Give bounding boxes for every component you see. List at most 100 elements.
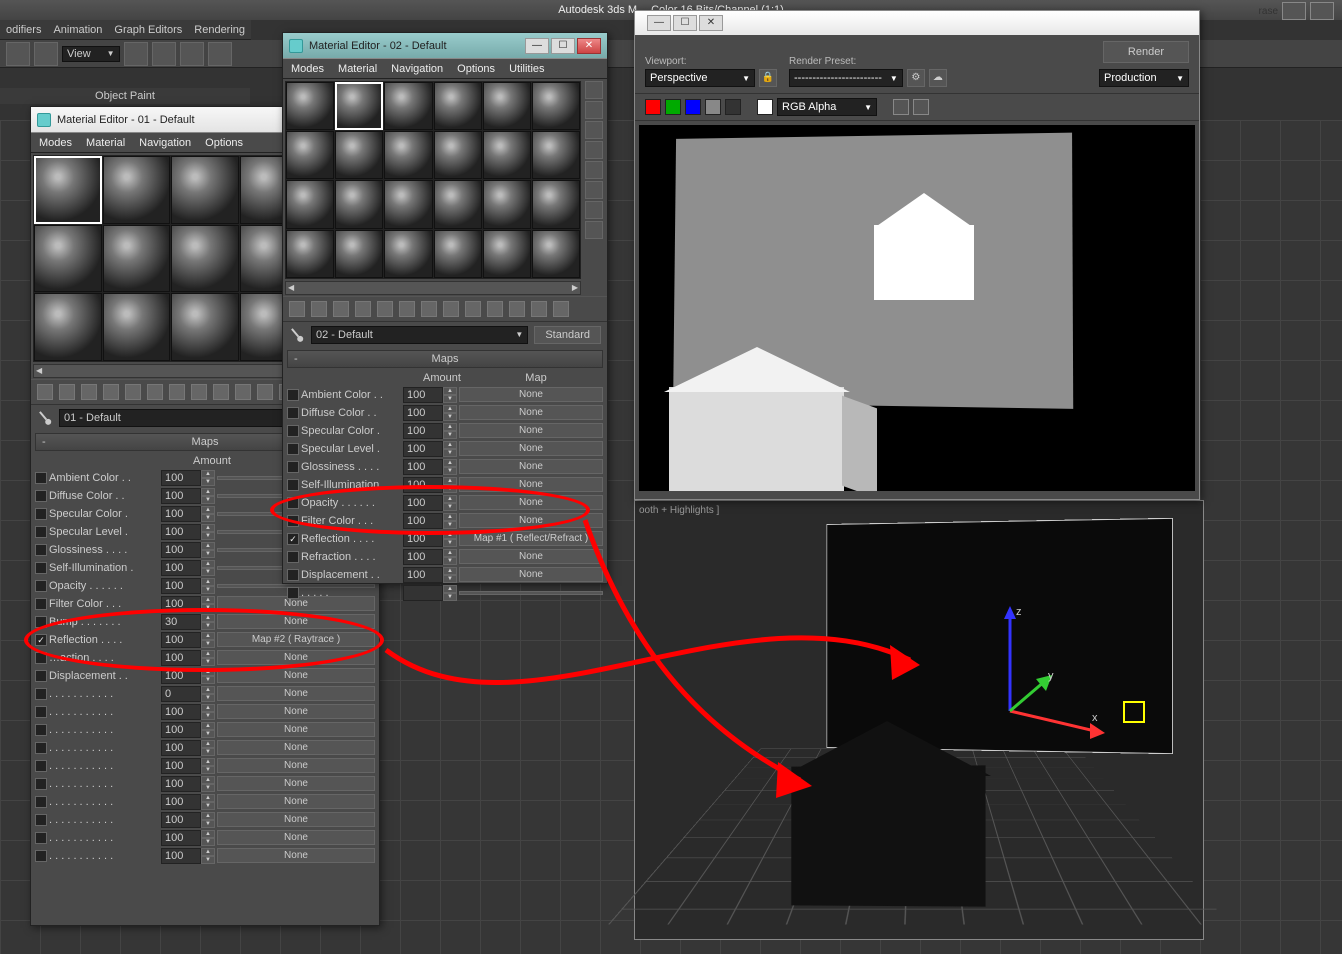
spinner-down-icon[interactable]: ▼: [201, 766, 215, 774]
menu-graph-editors[interactable]: Graph Editors: [114, 24, 182, 36]
spinner-down-icon[interactable]: ▼: [201, 838, 215, 846]
menu-rendering[interactable]: Rendering: [194, 24, 245, 36]
tool-icon[interactable]: [443, 301, 459, 317]
spinner-up-icon[interactable]: ▲: [201, 596, 215, 604]
red-channel-icon[interactable]: [645, 99, 661, 115]
menu-modifiers[interactable]: odifiers: [6, 24, 41, 36]
side-tool-icon[interactable]: [585, 141, 603, 159]
tool-icon[interactable]: [553, 301, 569, 317]
spinner-up-icon[interactable]: ▲: [443, 423, 457, 431]
spinner-down-icon[interactable]: ▼: [201, 514, 215, 522]
material-sample[interactable]: [34, 225, 102, 293]
map-slot-button[interactable]: None: [459, 423, 603, 438]
amount-spinner[interactable]: ▲▼: [161, 686, 215, 702]
map-checkbox[interactable]: [35, 598, 47, 610]
amount-spinner[interactable]: ▲▼: [161, 488, 215, 504]
menu-options[interactable]: Options: [205, 137, 243, 149]
tool-icon[interactable]: [289, 301, 305, 317]
material-sample[interactable]: [34, 156, 102, 224]
window-titlebar[interactable]: Material Editor - 02 - Default — ☐ ✕: [283, 33, 607, 59]
material-sample[interactable]: [384, 131, 432, 179]
amount-spinner[interactable]: ▲▼: [161, 740, 215, 756]
amount-spinner[interactable]: ▲▼: [161, 524, 215, 540]
map-checkbox[interactable]: [287, 569, 299, 581]
spinner-up-icon[interactable]: ▲: [201, 578, 215, 586]
tool-btn[interactable]: [1310, 2, 1334, 20]
amount-spinner[interactable]: ▲▼: [161, 560, 215, 576]
material-sample[interactable]: [532, 131, 580, 179]
map-slot-button[interactable]: None: [459, 387, 603, 402]
material-sample[interactable]: [434, 131, 482, 179]
spinner-down-icon[interactable]: ▼: [443, 485, 457, 493]
spinner-up-icon[interactable]: ▲: [201, 668, 215, 676]
tool-icon[interactable]: [509, 301, 525, 317]
amount-spinner[interactable]: ▲▼: [161, 758, 215, 774]
tool-icon[interactable]: [399, 301, 415, 317]
eyedropper-icon[interactable]: [34, 407, 57, 430]
material-sample[interactable]: [34, 293, 102, 361]
render-frame-window[interactable]: — ☐ ✕ Viewport: Perspective 🔒 Render Pre…: [634, 10, 1200, 500]
tool-icon[interactable]: [125, 384, 141, 400]
material-sample[interactable]: [103, 156, 171, 224]
menu-material[interactable]: Material: [86, 137, 125, 149]
lock-icon[interactable]: 🔒: [759, 69, 777, 87]
spinner-down-icon[interactable]: ▼: [443, 539, 457, 547]
map-checkbox[interactable]: [35, 472, 47, 484]
toggle-overlay-icon[interactable]: [893, 99, 909, 115]
map-checkbox[interactable]: [35, 688, 47, 700]
spinner-down-icon[interactable]: ▼: [201, 820, 215, 828]
spinner-down-icon[interactable]: ▼: [201, 496, 215, 504]
channel-dropdown[interactable]: RGB Alpha: [777, 98, 877, 116]
spinner-down-icon[interactable]: ▼: [443, 503, 457, 511]
spinner-up-icon[interactable]: ▲: [201, 848, 215, 856]
amount-spinner[interactable]: ▲▼: [161, 470, 215, 486]
map-checkbox[interactable]: [287, 587, 299, 599]
map-checkbox[interactable]: [35, 760, 47, 772]
amount-spinner[interactable]: ▲▼: [403, 513, 457, 529]
spinner-up-icon[interactable]: ▲: [443, 459, 457, 467]
map-checkbox[interactable]: [287, 389, 299, 401]
map-checkbox[interactable]: [35, 778, 47, 790]
material-sample[interactable]: [103, 225, 171, 293]
amount-input[interactable]: [403, 387, 443, 403]
spinner-up-icon[interactable]: ▲: [201, 794, 215, 802]
amount-input[interactable]: [161, 686, 201, 702]
spinner-up-icon[interactable]: ▲: [443, 585, 457, 593]
spinner-up-icon[interactable]: ▲: [201, 524, 215, 532]
side-tool-icon[interactable]: [585, 201, 603, 219]
amount-spinner[interactable]: ▲▼: [161, 830, 215, 846]
map-slot-button[interactable]: None: [217, 848, 375, 863]
map-checkbox[interactable]: [35, 850, 47, 862]
map-slot-button[interactable]: None: [217, 794, 375, 809]
spinner-up-icon[interactable]: ▲: [443, 495, 457, 503]
map-checkbox[interactable]: [287, 443, 299, 455]
spinner-down-icon[interactable]: ▼: [201, 658, 215, 666]
map-checkbox[interactable]: [35, 670, 47, 682]
amount-input[interactable]: [403, 441, 443, 457]
map-checkbox[interactable]: [287, 515, 299, 527]
map-slot-button[interactable]: None: [217, 704, 375, 719]
spinner-down-icon[interactable]: ▼: [443, 431, 457, 439]
map-slot-button[interactable]: None: [459, 459, 603, 474]
map-checkbox[interactable]: [287, 497, 299, 509]
map-checkbox[interactable]: [287, 533, 299, 545]
tool-icon[interactable]: [103, 384, 119, 400]
tool-icon[interactable]: [311, 301, 327, 317]
amount-input[interactable]: [403, 531, 443, 547]
spinner-up-icon[interactable]: ▲: [201, 542, 215, 550]
spinner-up-icon[interactable]: ▲: [443, 477, 457, 485]
production-dropdown[interactable]: Production: [1099, 69, 1189, 87]
spinner-down-icon[interactable]: ▼: [201, 676, 215, 684]
minimize-icon[interactable]: —: [647, 15, 671, 31]
amount-input[interactable]: [403, 495, 443, 511]
material-sample[interactable]: [286, 230, 334, 278]
amount-input[interactable]: [161, 524, 201, 540]
maximize-icon[interactable]: ☐: [551, 38, 575, 54]
spinner-down-icon[interactable]: ▼: [201, 586, 215, 594]
map-slot-button[interactable]: None: [459, 513, 603, 528]
map-checkbox[interactable]: [35, 652, 47, 664]
spinner-up-icon[interactable]: ▲: [443, 549, 457, 557]
map-checkbox[interactable]: [35, 544, 47, 556]
tool-icon[interactable]: [421, 301, 437, 317]
tool-icon[interactable]: [169, 384, 185, 400]
